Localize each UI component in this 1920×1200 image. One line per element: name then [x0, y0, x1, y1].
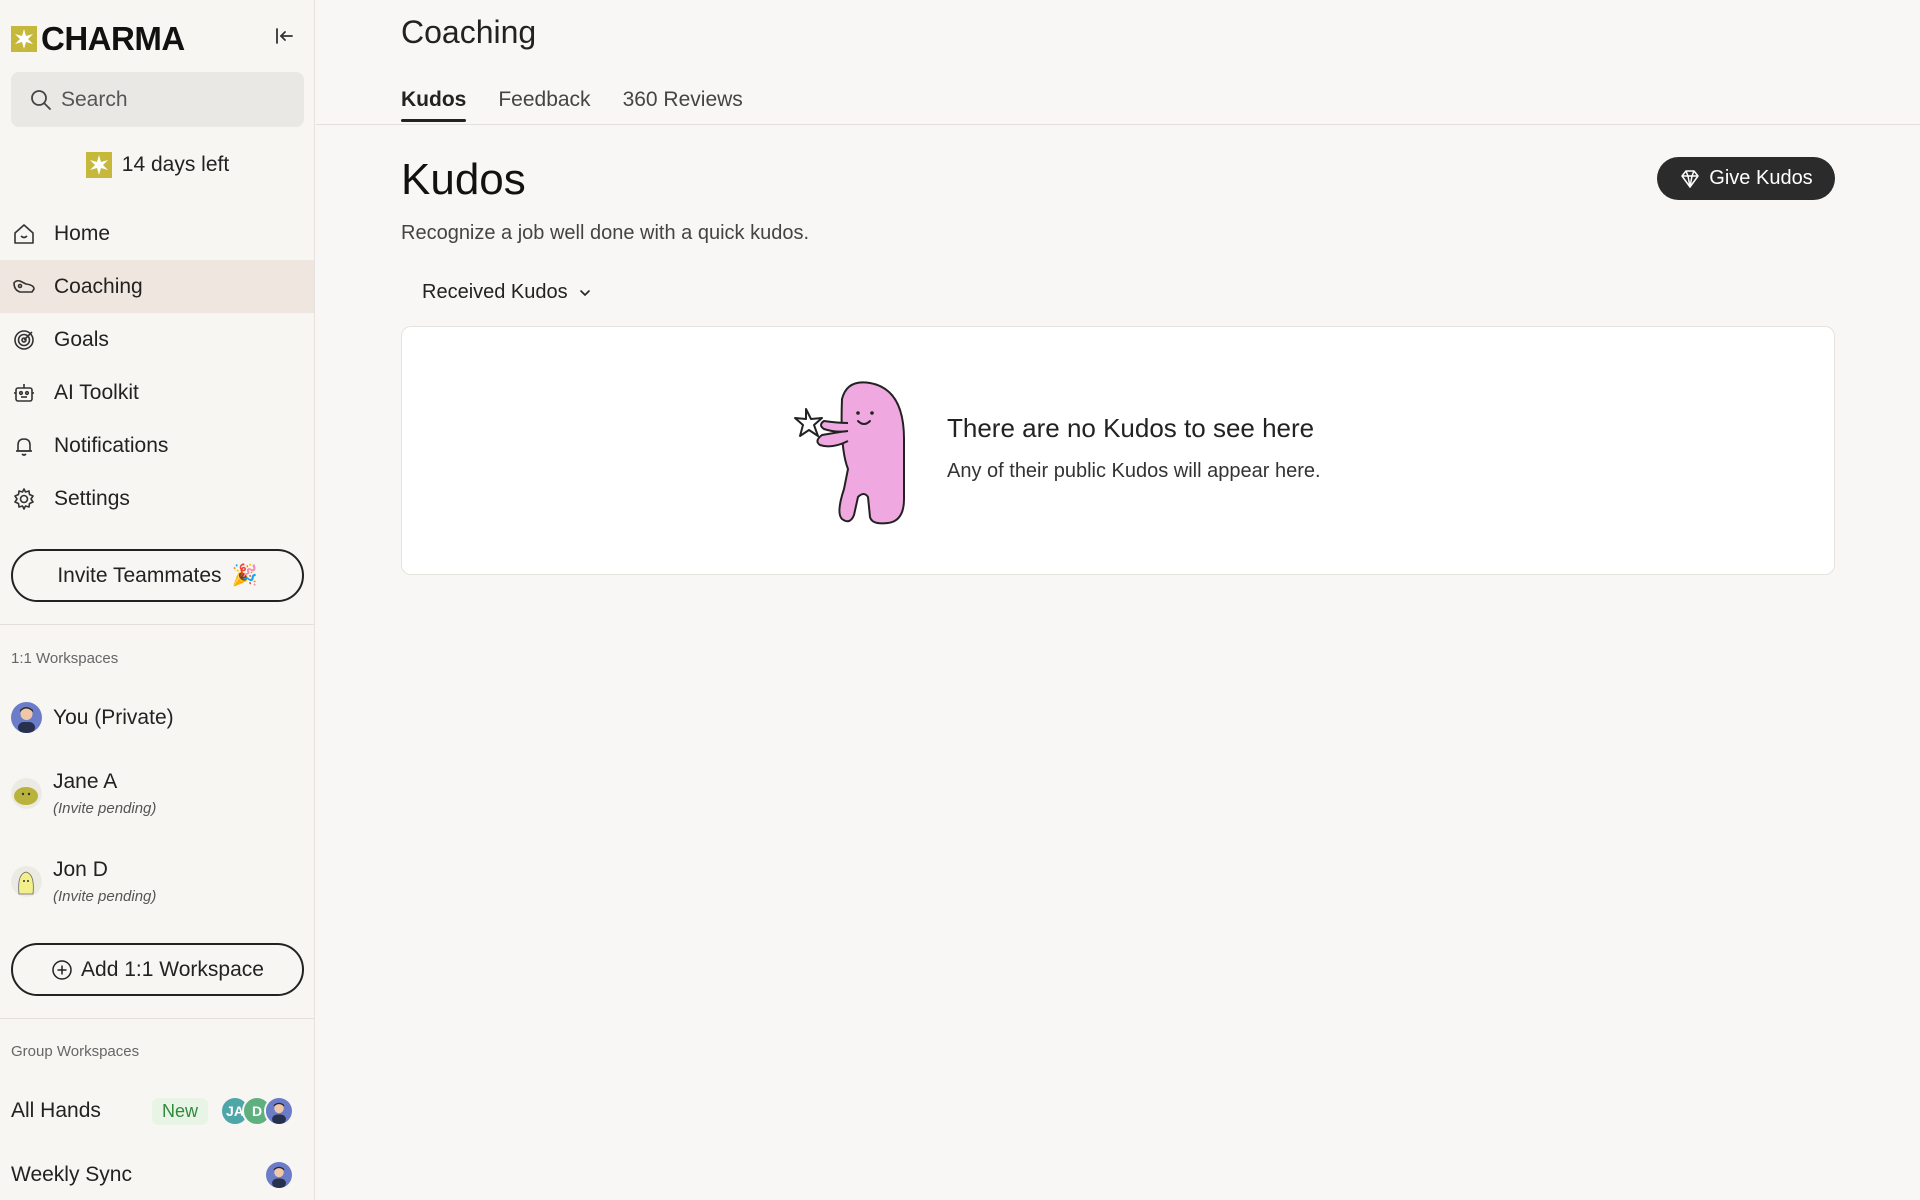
group-name: All Hands	[11, 1099, 101, 1122]
give-kudos-label: Give Kudos	[1709, 167, 1813, 189]
coaching-icon	[12, 275, 36, 299]
invite-pending-label: (Invite pending)	[53, 888, 157, 905]
charma-logo[interactable]: CHARMA	[11, 22, 185, 55]
trial-status[interactable]: 14 days left	[0, 152, 314, 178]
workspace-name: Jane A	[53, 770, 118, 793]
nav-item-home[interactable]: Home	[0, 207, 314, 260]
main-content: Coaching Kudos Feedback 360 Reviews Kudo…	[316, 0, 1920, 1200]
nav-item-goals[interactable]: Goals	[0, 313, 314, 366]
workspace-name: Jon D	[53, 858, 108, 881]
empty-state-title: There are no Kudos to see here	[947, 413, 1315, 443]
search-input[interactable]: Search	[11, 72, 304, 127]
divider	[0, 624, 314, 625]
plus-circle-icon	[52, 959, 72, 980]
coaching-tabs: Kudos Feedback 360 Reviews	[401, 88, 743, 122]
tab-360-reviews[interactable]: 360 Reviews	[623, 88, 743, 122]
empty-state-card: There are no Kudos to see here Any of th…	[401, 326, 1835, 575]
search-icon	[31, 90, 51, 110]
tab-feedback[interactable]: Feedback	[498, 88, 590, 122]
nav-label: AI Toolkit	[54, 380, 139, 404]
invite-teammates-button[interactable]: Invite Teammates 🎉	[11, 549, 304, 602]
avatar	[11, 702, 42, 733]
mascot-holding-star-illustration	[794, 381, 905, 525]
group-workspace-all-hands[interactable]: All Hands New JA D	[11, 1091, 304, 1131]
sparkle-icon	[85, 152, 112, 178]
divider	[0, 1018, 314, 1019]
logo-sparkle-icon	[11, 25, 37, 52]
group-workspaces-heading: Group Workspaces	[11, 1043, 140, 1060]
brand-name: CHARMA	[41, 20, 185, 57]
invite-label: Invite Teammates	[57, 563, 222, 587]
avatar	[264, 1160, 294, 1190]
workspace-jane-a[interactable]: Jane A (Invite pending)	[11, 770, 304, 817]
give-kudos-button[interactable]: Give Kudos	[1657, 157, 1835, 200]
sidebar: CHARMA Search 14 days left Home Coaching…	[0, 0, 315, 1200]
diamond-icon	[1681, 169, 1700, 188]
add-workspace-label: Add 1:1 Workspace	[81, 957, 264, 981]
one-on-one-workspaces-heading: 1:1 Workspaces	[11, 650, 119, 667]
target-icon	[12, 328, 36, 352]
workspace-name: You (Private)	[53, 705, 174, 729]
avatar	[264, 1096, 294, 1126]
kudos-filter-dropdown[interactable]: Received Kudos	[422, 281, 592, 304]
nav-item-notifications[interactable]: Notifications	[0, 419, 314, 472]
gear-icon	[12, 487, 36, 511]
workspace-you-private[interactable]: You (Private)	[11, 702, 304, 733]
nav-label: Notifications	[54, 433, 169, 457]
chevron-down-icon	[579, 289, 590, 296]
nav-label: Home	[54, 221, 111, 245]
member-avatars: JA D	[220, 1096, 294, 1126]
avatar	[11, 866, 42, 897]
group-workspace-weekly-sync[interactable]: Weekly Sync	[11, 1155, 304, 1195]
tabs-divider	[316, 124, 1920, 125]
robot-icon	[12, 381, 36, 405]
trial-days-left: 14 days left	[121, 153, 230, 176]
bell-icon	[12, 434, 36, 458]
group-name: Weekly Sync	[11, 1163, 132, 1186]
search-placeholder: Search	[61, 87, 128, 111]
section-title: Kudos	[401, 155, 526, 204]
avatar	[11, 778, 42, 809]
home-icon	[12, 222, 36, 246]
party-popper-icon: 🎉	[231, 563, 258, 587]
nav-label: Settings	[54, 486, 130, 510]
invite-pending-label: (Invite pending)	[53, 800, 157, 817]
nav-item-coaching[interactable]: Coaching	[0, 260, 314, 313]
collapse-sidebar-icon[interactable]	[272, 24, 296, 48]
page-title: Coaching	[401, 14, 537, 50]
workspace-jon-d[interactable]: Jon D (Invite pending)	[11, 858, 304, 905]
empty-state-subtitle: Any of their public Kudos will appear he…	[947, 460, 1321, 482]
nav-label: Goals	[54, 327, 109, 351]
section-subtitle: Recognize a job well done with a quick k…	[401, 222, 810, 244]
member-avatars	[264, 1160, 294, 1190]
nav-label: Coaching	[54, 274, 143, 298]
filter-label: Received Kudos	[422, 281, 568, 303]
tab-kudos[interactable]: Kudos	[401, 88, 467, 122]
new-badge: New	[152, 1097, 209, 1125]
primary-nav: Home Coaching Goals AI Toolkit Notificat…	[0, 207, 314, 525]
nav-item-ai-toolkit[interactable]: AI Toolkit	[0, 366, 314, 419]
nav-item-settings[interactable]: Settings	[0, 472, 314, 525]
add-workspace-button[interactable]: Add 1:1 Workspace	[11, 943, 304, 996]
